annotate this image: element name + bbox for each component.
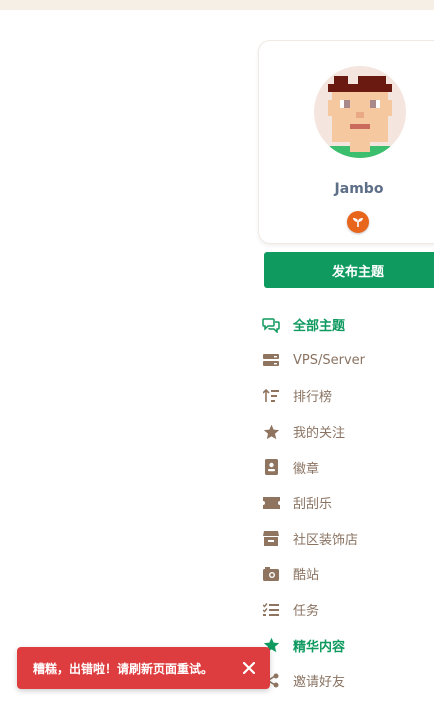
- nav-label: 任务: [293, 604, 320, 620]
- nav-label: 社区装饰店: [293, 532, 359, 548]
- nav-label: 排行榜: [293, 390, 333, 406]
- nav-item-featured[interactable]: 精华内容: [262, 627, 365, 663]
- nav-item-ranking[interactable]: 排行榜: [262, 378, 365, 414]
- avatar[interactable]: [314, 66, 406, 158]
- nav-label: 邀请好友: [293, 675, 346, 691]
- server-icon: [262, 351, 280, 369]
- nav-label: VPS/Server: [293, 352, 365, 368]
- toast-message: 糟糕，出错啦！请刷新页面重试。: [33, 661, 214, 676]
- star-icon: [262, 423, 280, 441]
- nav-label: 我的关注: [293, 426, 346, 442]
- nav-item-invite-friends[interactable]: 邀请好友: [262, 663, 365, 699]
- nav-item-cool-sites[interactable]: 酷站: [262, 556, 365, 592]
- top-bar: [0, 0, 434, 10]
- nav-item-following[interactable]: 我的关注: [262, 414, 365, 450]
- nav-item-all-topics[interactable]: 全部主题: [262, 307, 365, 343]
- camera-icon: [262, 565, 280, 583]
- close-icon[interactable]: [240, 659, 258, 677]
- nav-item-badges[interactable]: 徽章: [262, 449, 365, 485]
- nav-item-vps-server[interactable]: VPS/Server: [262, 343, 365, 379]
- chat-bubbles-icon: [262, 316, 280, 334]
- error-toast: 糟糕，出错啦！请刷新页面重试。: [17, 647, 270, 689]
- task-list-icon: [262, 601, 280, 619]
- ticket-icon: [262, 494, 280, 512]
- nav-item-tasks[interactable]: 任务: [262, 592, 365, 628]
- profile-card: Jambo: [258, 40, 434, 244]
- sidebar-nav: 全部主题 VPS/Server 排行榜 我的关注 徽章 刮刮乐 社区装饰店 酷站…: [262, 307, 365, 699]
- nav-label: 全部主题: [293, 319, 346, 335]
- username[interactable]: Jambo: [259, 181, 434, 197]
- nav-item-decoration-store[interactable]: 社区装饰店: [262, 521, 365, 557]
- level-badge: [347, 211, 369, 233]
- sprout-icon: [352, 213, 364, 232]
- nav-label: 精华内容: [293, 639, 346, 655]
- nav-label: 刮刮乐: [293, 497, 333, 513]
- publish-topic-button[interactable]: 发布主题: [264, 252, 434, 288]
- nav-label: 酷站: [293, 568, 320, 584]
- nav-item-scratch-card[interactable]: 刮刮乐: [262, 485, 365, 521]
- sort-ranking-icon: [262, 387, 280, 405]
- badge-card-icon: [262, 458, 280, 476]
- store-icon: [262, 529, 280, 547]
- nav-label: 徽章: [293, 461, 320, 477]
